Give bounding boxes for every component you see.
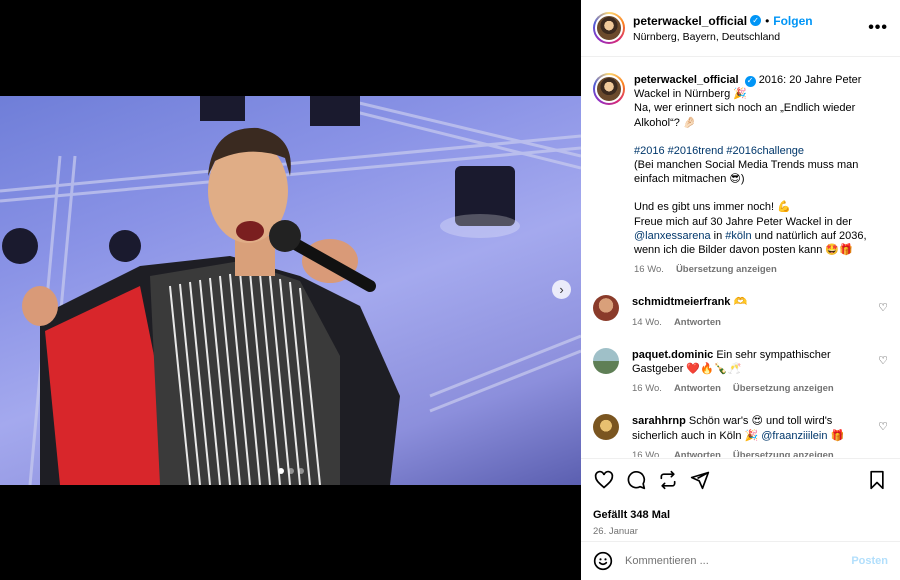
mention-link[interactable]: @fraanziiilein <box>761 430 827 442</box>
separator-dot: • <box>765 13 770 28</box>
comment-like-heart-icon[interactable]: ♡ <box>878 301 888 314</box>
heart-icon[interactable] <box>593 469 615 491</box>
comment-like-heart-icon[interactable]: ♡ <box>878 420 888 433</box>
commenter-username[interactable]: schmidtmeierfrank <box>632 296 730 308</box>
author-username[interactable]: peterwackel_official <box>633 14 747 28</box>
post-caption: peterwackel_official ✓ 2016: 20 Jahre Pe… <box>593 57 888 277</box>
caption-line-2: Na, wer erinnert sich noch an „Endlich w… <box>634 102 856 129</box>
post-header: peterwackel_official ✓ • Folgen Nürnberg… <box>581 0 900 57</box>
comment-item: sarahhrnp Schön war's 😍 und toll wird's … <box>593 414 888 457</box>
comment-item: paquet.dominic Ein sehr sympathischer Ga… <box>593 347 888 397</box>
caption-time[interactable]: 16 Wo. <box>634 263 664 277</box>
comment-composer: Posten <box>581 541 900 580</box>
emoji-icon[interactable] <box>593 551 613 571</box>
caption-line-3: (Bei manchen Social Media Trends muss ma… <box>634 159 859 186</box>
comment-icon[interactable] <box>625 469 647 491</box>
comment-like-heart-icon[interactable]: ♡ <box>878 354 888 367</box>
performer-photo <box>0 96 581 485</box>
reply-button[interactable]: Antworten <box>674 449 721 457</box>
comment-time[interactable]: 16 Wo. <box>632 449 662 457</box>
likes-count[interactable]: Gefällt 348 Mal <box>593 509 888 521</box>
translate-button[interactable]: Übersetzung anzeigen <box>676 263 777 277</box>
chevron-right-icon: › <box>559 282 564 297</box>
verified-badge-icon: ✓ <box>750 15 762 26</box>
translate-button[interactable]: Übersetzung anzeigen <box>733 449 834 457</box>
reply-button[interactable]: Antworten <box>674 316 721 330</box>
caption-avatar[interactable] <box>593 73 625 105</box>
carousel-dot <box>277 468 284 474</box>
carousel-dot <box>297 468 304 474</box>
post-location[interactable]: Nürnberg, Bayern, Deutschland <box>633 31 868 43</box>
bookmark-icon[interactable] <box>866 469 888 491</box>
follow-button[interactable]: Folgen <box>773 14 812 28</box>
repost-icon[interactable] <box>657 469 679 491</box>
comment-text: 🫶 <box>730 296 748 309</box>
comment-text-after: 🎁 <box>827 429 845 442</box>
comment-time[interactable]: 14 Wo. <box>632 316 662 330</box>
caption-username[interactable]: peterwackel_official <box>634 74 739 86</box>
commenter-username[interactable]: sarahhrnp <box>632 415 686 427</box>
post-actions: Gefällt 348 Mal 26. Januar <box>581 458 900 537</box>
comments-section[interactable]: peterwackel_official ✓ 2016: 20 Jahre Pe… <box>581 57 900 457</box>
post-media: › <box>0 0 581 580</box>
commenter-avatar[interactable] <box>593 295 619 322</box>
mention-link[interactable]: @lanxessarena <box>634 230 711 242</box>
caption-hashtags[interactable]: #2016 #2016trend #2016challenge <box>634 144 888 158</box>
next-slide-button[interactable]: › <box>552 280 571 299</box>
comment-time[interactable]: 16 Wo. <box>632 382 662 396</box>
post-date[interactable]: 26. Januar <box>593 526 888 537</box>
caption-line-5a: Freue mich auf 30 Jahre Peter Wackel in … <box>634 215 852 228</box>
more-horizontal-icon[interactable]: ••• <box>868 19 888 37</box>
commenter-avatar[interactable] <box>593 347 619 374</box>
post-comment-button[interactable]: Posten <box>851 555 888 567</box>
author-avatar[interactable] <box>593 12 625 44</box>
caption-line-5b: in <box>710 229 726 242</box>
commenter-username[interactable]: paquet.dominic <box>632 349 713 361</box>
comment-item: schmidtmeierfrank 🫶 14 Wo. Antworten ♡ <box>593 295 888 329</box>
comment-input[interactable] <box>625 555 852 567</box>
carousel-indicator <box>277 468 304 474</box>
reply-button[interactable]: Antworten <box>674 382 721 396</box>
translate-button[interactable]: Übersetzung anzeigen <box>733 382 834 396</box>
post-side-panel: peterwackel_official ✓ • Folgen Nürnberg… <box>581 0 900 580</box>
share-icon[interactable] <box>689 469 711 491</box>
hashtag-link[interactable]: #köln <box>725 230 751 242</box>
caption-line-4: Und es gibt uns immer noch! 💪 <box>634 201 791 214</box>
verified-badge-icon: ✓ <box>744 75 756 87</box>
carousel-dot <box>287 468 294 474</box>
post-photo[interactable] <box>0 96 581 485</box>
commenter-avatar[interactable] <box>593 414 619 441</box>
